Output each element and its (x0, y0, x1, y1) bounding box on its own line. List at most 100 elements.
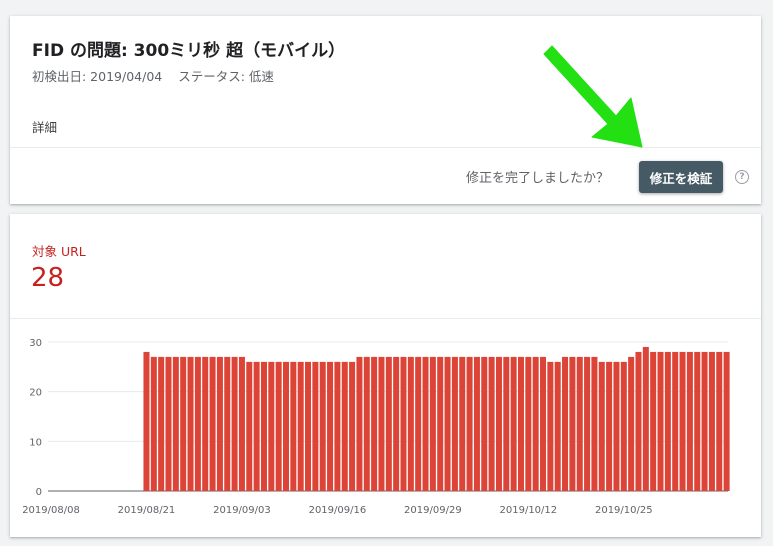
chart-bar (503, 356, 510, 491)
chart-bar (635, 351, 642, 491)
chart-bar (517, 356, 524, 491)
chart-bar (268, 361, 275, 491)
x-tick-label: 2019/08/21 (118, 505, 176, 516)
chart-bar (143, 351, 150, 491)
chart-bar (202, 356, 209, 491)
chart-bar (187, 356, 194, 491)
validate-fix-button[interactable]: 修正を検証 (639, 161, 723, 193)
chart-bar (613, 361, 620, 491)
chart-bar (694, 351, 701, 491)
chart-bar (701, 351, 708, 491)
y-axis-labels: 0 10 20 30 (29, 338, 42, 498)
chart-bar (224, 356, 231, 491)
metric-label: 対象 URL (32, 244, 86, 259)
chart-bar (260, 361, 267, 491)
chart-bar (620, 361, 627, 491)
chart-bar (231, 356, 238, 491)
chart-bar (437, 356, 444, 491)
chart-bar (584, 356, 591, 491)
chart-bar (532, 356, 539, 491)
y-tick-label: 30 (29, 338, 42, 349)
chart-bar (459, 356, 466, 491)
chart-bar (451, 356, 458, 491)
chart-bar (540, 356, 547, 491)
chart-bar (466, 356, 473, 491)
first-detected-date: 初検出日: 2019/04/04 (32, 69, 163, 84)
chart-bar (385, 356, 392, 491)
issue-meta: 初検出日: 2019/04/04 ステータス: 低速 (32, 66, 286, 85)
y-tick-label: 10 (29, 437, 42, 448)
chart-bar (576, 356, 583, 491)
chart-bar (158, 356, 165, 491)
chart-bar (165, 356, 172, 491)
chart-bar (180, 356, 187, 491)
chart-bar (371, 356, 378, 491)
details-tab[interactable]: 詳細 (32, 117, 57, 136)
chart-bar (716, 351, 723, 491)
chart-bar (327, 361, 334, 491)
chart-bar (628, 356, 635, 491)
x-axis-labels: 2019/08/08 2019/08/21 2019/09/03 2019/09/16… (22, 505, 652, 516)
chart-bar (246, 361, 253, 491)
chart-bar (378, 356, 385, 491)
chart-bar (253, 361, 260, 491)
x-tick-label: 2019/10/25 (595, 505, 653, 516)
x-tick-label: 2019/08/08 (22, 505, 80, 516)
chart-bar (708, 351, 715, 491)
chart-bar (356, 356, 363, 491)
chart-bar (312, 361, 319, 491)
chart-bar (547, 361, 554, 491)
metric-value: 28 (31, 263, 65, 293)
chart-bar (363, 356, 370, 491)
chart-bar (282, 361, 290, 491)
chart-bar (525, 356, 532, 491)
chart-bar (495, 356, 502, 491)
chart-bar (422, 356, 429, 491)
chart-bar (598, 361, 605, 491)
chart-bar (238, 356, 245, 491)
chart-bar (679, 351, 686, 491)
chart-bar (297, 361, 304, 491)
chart-bar (275, 361, 282, 491)
x-tick-label: 2019/09/03 (213, 505, 271, 516)
chart-bar (341, 361, 348, 491)
status-text: ステータス: 低速 (178, 69, 274, 84)
chart-bar (407, 356, 414, 491)
chart-bar (562, 356, 569, 491)
chart-bar (664, 351, 671, 491)
chart-bar (650, 351, 657, 491)
chart-bar (334, 361, 341, 491)
chart-bar (554, 361, 561, 491)
chart-bar (172, 356, 179, 491)
chart-bar (591, 356, 598, 491)
help-circle-icon[interactable]: ? (735, 170, 749, 184)
chart-bar (444, 356, 451, 491)
x-tick-label: 2019/10/12 (500, 505, 558, 516)
chart-bar (194, 356, 201, 491)
chart-bar (349, 361, 356, 491)
chart-card: 対象 URL 28 0 10 20 30 2019/08/08 2019/08/21 20… (10, 214, 761, 537)
issue-card: FID の問題: 300ミリ秒 超（モバイル） 初検出日: 2019/04/04… (10, 16, 761, 204)
fix-question-text: 修正を完了しましたか？ (466, 171, 610, 186)
chart-bar (305, 361, 312, 491)
issue-title: FID の問題: 300ミリ秒 超（モバイル） (32, 41, 346, 61)
chart-bar (488, 356, 495, 491)
chart-bar (415, 356, 422, 491)
chart-bar (429, 356, 436, 491)
chart-bar (393, 356, 400, 491)
chart-bar (473, 356, 480, 491)
chart-bar (510, 356, 517, 491)
chart-bar (642, 346, 649, 491)
chart-bar (216, 356, 223, 491)
card-divider (10, 147, 761, 148)
x-tick-label: 2019/09/29 (404, 505, 462, 516)
chart-bars (143, 346, 730, 491)
affected-urls-chart: 0102030 2019/08/08 2019/08/21 2019/09/03 20… (22, 338, 730, 516)
chart-bar (686, 351, 693, 491)
chart-bar (400, 356, 407, 491)
chart-bar (606, 361, 613, 491)
chart-bar (481, 356, 488, 491)
chart-bar (290, 361, 297, 491)
chart-bar (672, 351, 679, 491)
chart-bar (209, 356, 216, 491)
